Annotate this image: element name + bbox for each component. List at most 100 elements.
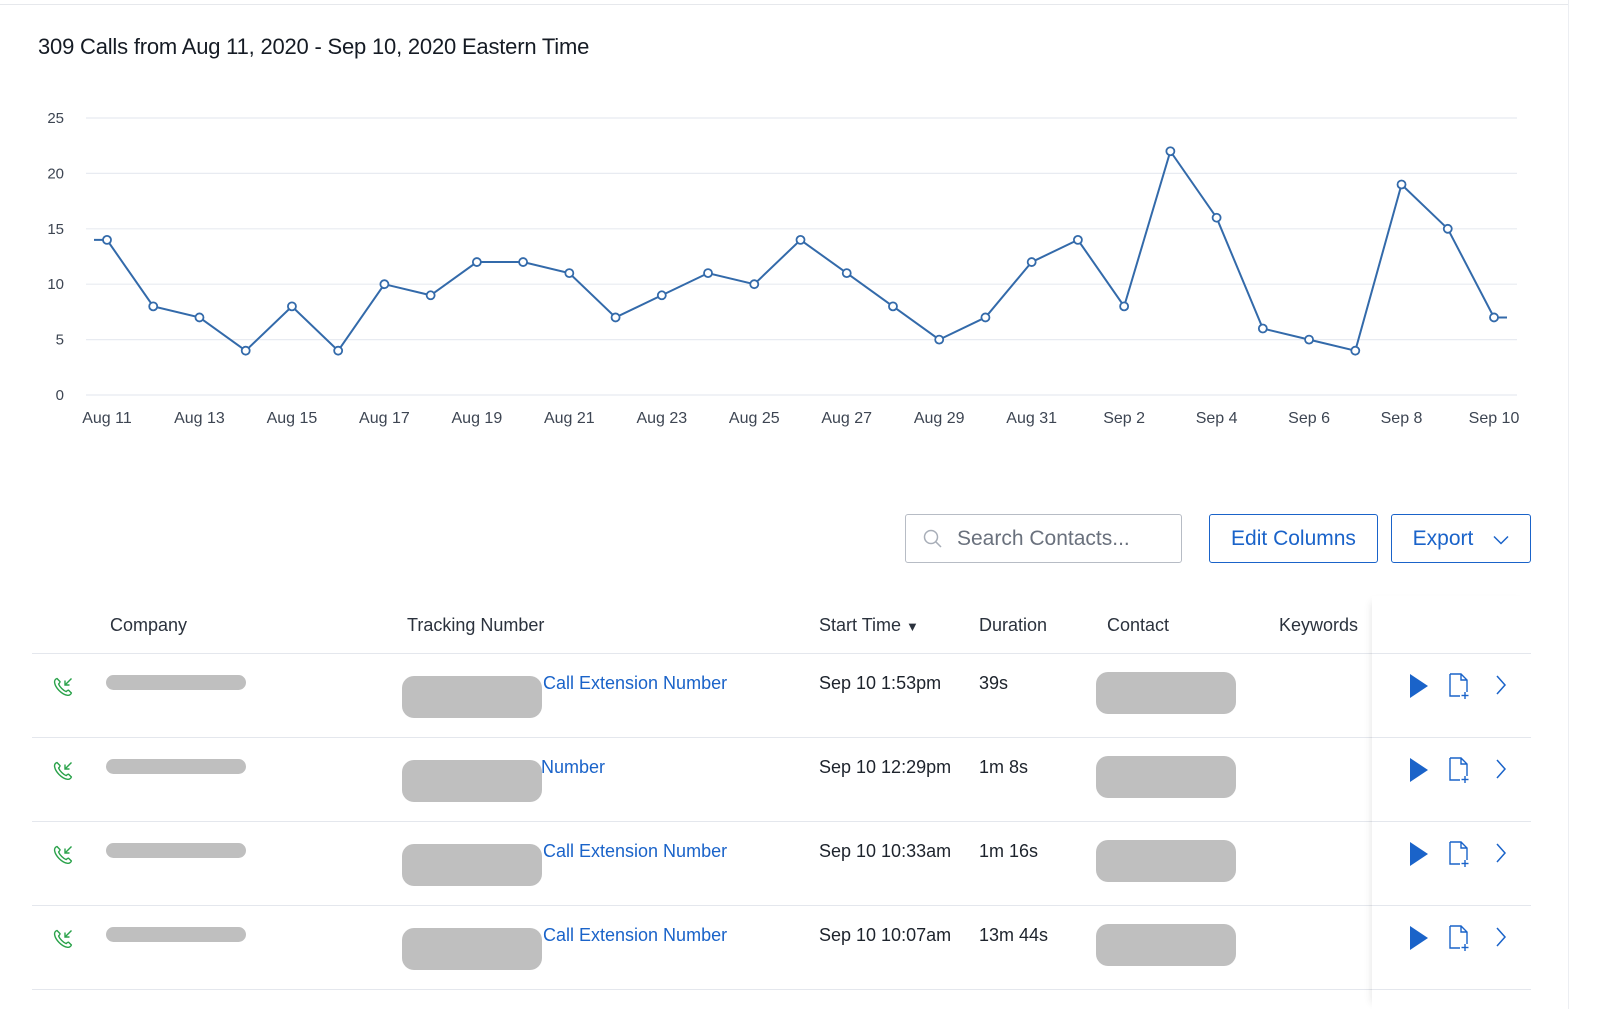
data-point[interactable] <box>795 234 806 245</box>
data-point[interactable] <box>1257 323 1268 334</box>
data-point[interactable] <box>287 301 297 312</box>
inbound-call-icon <box>52 844 74 866</box>
chevron-right-icon[interactable] <box>1495 926 1507 948</box>
chevron-down-icon <box>1493 527 1509 551</box>
scrollbar-track[interactable] <box>1568 0 1600 1009</box>
data-point[interactable] <box>564 268 575 279</box>
data-point[interactable] <box>1396 179 1407 190</box>
chevron-right-icon[interactable] <box>1495 758 1507 780</box>
start-time: Sep 10 10:33am <box>819 841 952 861</box>
start-time: Sep 10 12:29pm <box>819 757 952 777</box>
column-header-start-time[interactable]: Start Time ▼ <box>819 615 919 636</box>
data-point[interactable] <box>1304 334 1314 345</box>
data-point[interactable] <box>934 334 945 345</box>
data-point[interactable] <box>703 268 713 279</box>
table-row[interactable]: Number Sep 10 12:29pm 1m 8s <box>32 738 1531 822</box>
start-time-label: Start Time <box>819 615 902 635</box>
table-row[interactable]: Call Extension Number Sep 10 10:07am 13m… <box>32 906 1531 990</box>
column-header-duration[interactable]: Duration <box>979 615 1047 636</box>
tracking-number-redacted <box>402 676 542 718</box>
calls-table: Company Tracking Number Start Time ▼ Dur… <box>32 596 1531 990</box>
tracking-number-link[interactable]: Number <box>541 757 605 778</box>
data-point[interactable] <box>1026 257 1037 267</box>
tracking-number-link[interactable]: Call Extension Number <box>543 925 727 946</box>
play-recording-icon[interactable] <box>1408 925 1430 951</box>
data-point[interactable] <box>888 301 898 312</box>
sort-descending-icon: ▼ <box>906 619 919 634</box>
data-point[interactable] <box>240 345 251 356</box>
card-border <box>0 0 1600 5</box>
contact-redacted[interactable] <box>1096 840 1236 882</box>
search-contacts-field[interactable] <box>905 514 1182 563</box>
tracking-number-redacted <box>402 928 542 970</box>
x-axis-ticks: Aug 11 Aug 13 Aug 15 Aug 17 Aug 19 Aug 21 Aug … <box>82 410 1519 427</box>
contact-redacted[interactable] <box>1096 756 1236 798</box>
data-point[interactable] <box>1073 234 1083 245</box>
data-point[interactable] <box>1211 212 1222 223</box>
add-note-icon[interactable] <box>1448 756 1472 784</box>
calls-line-chart: 0510152025 Aug 11 Aug 13 Aug 15 Aug 17 Aug 1… <box>47 110 1519 427</box>
table-row[interactable]: Call Extension Number Sep 10 10:33am 1m … <box>32 822 1531 906</box>
data-point[interactable] <box>333 345 344 356</box>
chevron-right-icon[interactable] <box>1495 842 1507 864</box>
add-note-icon[interactable] <box>1448 924 1472 952</box>
x-tick-label: Aug 29 <box>914 410 965 427</box>
data-point[interactable] <box>194 312 205 323</box>
data-point[interactable] <box>1350 345 1361 356</box>
table-row[interactable]: Call Extension Number Sep 10 1:53pm 39s <box>32 654 1531 738</box>
data-point[interactable] <box>610 312 621 323</box>
column-header-tracking-number[interactable]: Tracking Number <box>407 615 544 636</box>
y-axis-ticks: 0 5 10 15 20 25 <box>47 110 64 404</box>
contact-redacted[interactable] <box>1096 672 1236 714</box>
x-tick-label: Aug 15 <box>267 410 318 427</box>
data-point[interactable] <box>1165 146 1176 157</box>
series-points <box>102 146 1499 356</box>
data-point[interactable] <box>656 290 667 301</box>
duration: 1m 16s <box>979 841 1039 861</box>
export-label: Export <box>1412 526 1474 550</box>
x-tick-label: Sep 4 <box>1196 410 1238 427</box>
data-point[interactable] <box>841 268 852 279</box>
company-name-redacted <box>106 675 246 690</box>
export-dropdown-button[interactable]: Export <box>1391 514 1531 563</box>
column-header-contact[interactable]: Contact <box>1107 615 1169 636</box>
play-recording-icon[interactable] <box>1408 841 1430 867</box>
company-name-redacted <box>106 759 246 774</box>
add-note-icon[interactable] <box>1448 672 1472 700</box>
x-tick-label: Aug 27 <box>821 410 872 427</box>
data-point[interactable] <box>148 301 159 312</box>
x-tick-label: Sep 10 <box>1469 410 1520 427</box>
data-point[interactable] <box>749 279 760 290</box>
x-tick-label: Aug 13 <box>174 410 225 427</box>
play-recording-icon[interactable] <box>1408 757 1430 783</box>
search-contacts-input[interactable] <box>957 526 1157 551</box>
column-header-keywords[interactable]: Keywords <box>1279 615 1358 636</box>
start-time: Sep 10 1:53pm <box>819 673 942 693</box>
add-note-icon[interactable] <box>1448 840 1472 868</box>
data-point[interactable] <box>1119 301 1130 312</box>
data-point[interactable] <box>102 234 112 245</box>
y-tick-label: 10 <box>47 276 64 293</box>
tracking-number-redacted <box>402 760 542 802</box>
play-recording-icon[interactable] <box>1408 673 1430 699</box>
data-point[interactable] <box>379 279 390 290</box>
data-point[interactable] <box>425 290 436 301</box>
table-body: Call Extension Number Sep 10 1:53pm 39s … <box>32 654 1531 990</box>
x-tick-label: Sep 8 <box>1381 410 1423 427</box>
data-point[interactable] <box>1489 312 1499 323</box>
y-tick-label: 25 <box>47 110 64 127</box>
data-point[interactable] <box>518 257 528 267</box>
chevron-right-icon[interactable] <box>1495 674 1507 696</box>
edit-columns-button[interactable]: Edit Columns <box>1209 514 1378 563</box>
x-tick-label: Aug 17 <box>359 410 410 427</box>
y-tick-label: 0 <box>56 387 64 404</box>
tracking-number-link[interactable]: Call Extension Number <box>543 841 727 862</box>
data-point[interactable] <box>980 312 991 323</box>
data-point[interactable] <box>471 257 482 267</box>
column-header-company[interactable]: Company <box>110 615 187 636</box>
data-point[interactable] <box>1442 223 1453 234</box>
y-tick-label: 15 <box>47 221 64 238</box>
tracking-number-link[interactable]: Call Extension Number <box>543 673 727 694</box>
duration: 13m 44s <box>979 925 1049 945</box>
contact-redacted[interactable] <box>1096 924 1236 966</box>
